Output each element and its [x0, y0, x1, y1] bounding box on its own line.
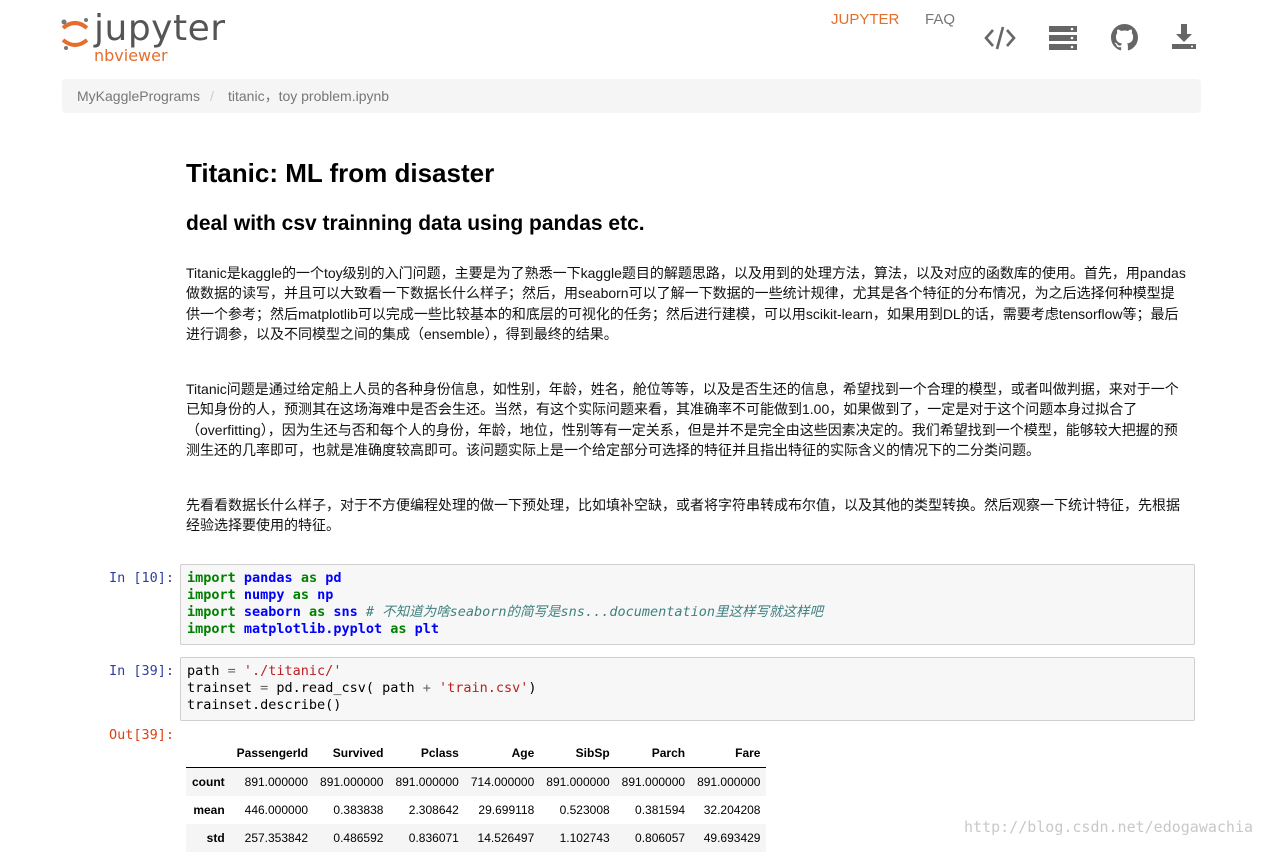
intro-paragraph-2: Titanic问题是通过给定船上人员的各种身份信息，如性别，年龄，姓名，舱位等等…	[186, 381, 1179, 458]
nav-faq-link[interactable]: FAQ	[925, 0, 955, 40]
intro-paragraph-1: Titanic是kaggle的一个toy级别的入门问题，主要是为了熟悉一下kag…	[186, 265, 1186, 342]
jupyter-logo-icon	[61, 18, 89, 50]
describe-dataframe: PassengerId Survived Pclass Age SibSp Pa…	[186, 739, 767, 852]
table-cell: 891.000000	[320, 775, 384, 789]
intro-paragraph-3: 先看看数据长什么样子，对于不方便编程处理的做一下预处理，比如填补空缺，或者将字符…	[186, 497, 1180, 534]
table-cell: 446.000000	[244, 803, 309, 817]
breadcrumb-item-folder[interactable]: MyKagglePrograms	[77, 79, 200, 113]
notebook-subtitle: deal with csv trainning data using panda…	[186, 212, 645, 235]
column-header: SibSp	[540, 739, 616, 768]
column-header	[186, 739, 231, 768]
table-cell: 32.204208	[703, 803, 761, 817]
logo-subtitle: nbviewer	[94, 46, 168, 65]
code-line: import seaborn as sns # 不知道为啥seaborn的简写是…	[187, 604, 823, 620]
column-header: Age	[464, 739, 541, 768]
code-line: import pandas as pd	[187, 570, 342, 586]
table-cell: 891.000000	[244, 775, 309, 789]
input-prompt: In [10]:	[108, 570, 174, 586]
code-cell-imports[interactable]: import pandas as pd import numpy as np i…	[180, 564, 1195, 645]
logo-title: jupyter	[94, 8, 226, 49]
column-header: Survived	[314, 739, 390, 768]
header: jupyter nbviewer JUPYTER FAQ	[0, 0, 1265, 78]
notebook-title: Titanic: ML from disaster	[186, 158, 495, 188]
table-cell: 891.000000	[621, 775, 686, 789]
code-comment: # 不知道为啥seaborn的简写是sns...documentation里这样…	[365, 604, 823, 620]
code-icon[interactable]	[984, 25, 1016, 51]
row-index: count	[192, 775, 225, 789]
table-cell: 0.523008	[559, 803, 610, 817]
table-cell: 2.308642	[408, 803, 459, 817]
table-header-row: PassengerId Survived Pclass Age SibSp Pa…	[186, 739, 767, 768]
jupyter-logo[interactable]: jupyter nbviewer	[60, 8, 230, 68]
table-row: count 891.000000 891.000000 891.000000 7…	[186, 767, 767, 796]
code-line: path = './titanic/'	[187, 663, 342, 679]
watermark: http://blog.csdn.net/edogawachia	[964, 818, 1253, 836]
breadcrumb: MyKagglePrograms / titanic，toy problem.i…	[62, 79, 1201, 113]
github-icon[interactable]	[1111, 24, 1138, 51]
table-row: mean 446.000000 0.383838 2.308642 29.699…	[186, 796, 766, 824]
table-cell: 0.381594	[635, 803, 686, 817]
column-header: Parch	[615, 739, 692, 768]
server-icon[interactable]	[1048, 25, 1078, 51]
table-cell: 891.000000	[546, 775, 610, 789]
code-line: import numpy as np	[187, 587, 334, 603]
table-cell: 714.000000	[470, 775, 535, 789]
column-header: PassengerId	[230, 739, 315, 768]
table-cell: 29.699118	[478, 803, 535, 817]
column-header: Fare	[691, 739, 767, 768]
download-icon[interactable]	[1170, 22, 1198, 50]
output-prompt: Out[39]:	[108, 727, 174, 743]
table-cell: 891.000000	[697, 775, 761, 789]
nav-jupyter-link[interactable]: JUPYTER	[831, 0, 899, 40]
table-cell: 891.000000	[395, 775, 459, 789]
table-cell: 0.383838	[333, 803, 384, 817]
breadcrumb-item-notebook[interactable]: titanic，toy problem.ipynb	[228, 79, 389, 113]
row-index: mean	[193, 803, 225, 817]
code-line: trainset.describe()	[187, 697, 342, 713]
code-line: trainset = pd.read_csv( path + 'train.cs…	[187, 680, 537, 696]
input-prompt: In [39]:	[108, 663, 174, 679]
code-cell-load-data[interactable]: path = './titanic/' trainset = pd.read_c…	[180, 657, 1195, 721]
breadcrumb-separator: /	[210, 88, 214, 104]
column-header: Pclass	[389, 739, 465, 768]
code-line: import matplotlib.pyplot as plt	[187, 621, 440, 637]
